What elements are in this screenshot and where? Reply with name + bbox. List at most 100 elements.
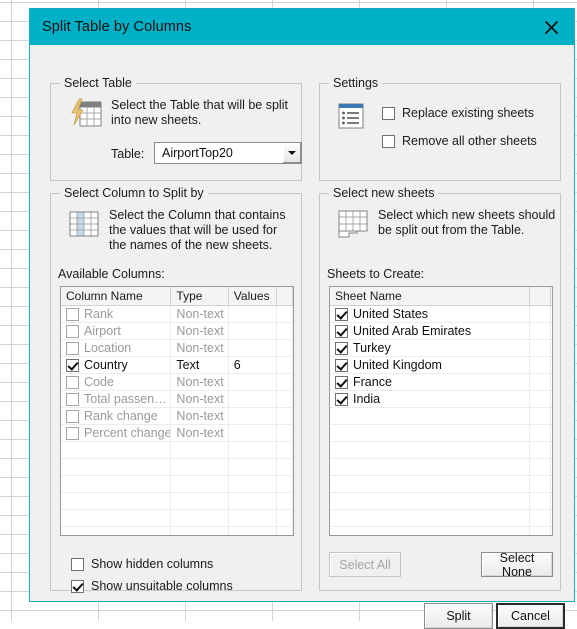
select-none-button[interactable]: Select None: [481, 552, 553, 577]
cell-values: [229, 323, 277, 339]
replace-existing-sheets-checkbox[interactable]: Replace existing sheets: [382, 106, 534, 120]
list-item[interactable]: United Arab Emirates: [330, 323, 552, 340]
column-name-cell: Airport: [84, 323, 121, 339]
row-checkbox[interactable]: [335, 342, 348, 355]
select-table-group: Select Table Select the Table that will …: [50, 83, 302, 181]
select-sheets-legend: Select new sheets: [329, 186, 438, 200]
table-select-value: AirportTop20: [155, 146, 282, 160]
column-grid-icon: [68, 209, 100, 246]
column-name-cell: Rank change: [84, 408, 158, 424]
cell-empty: [530, 476, 551, 492]
table-row[interactable]: Total passen…Non-text: [61, 391, 293, 408]
split-table-dialog: Split Table by Columns Select Table: [29, 8, 575, 602]
cell-empty: [530, 442, 551, 458]
row-checkbox[interactable]: [335, 308, 348, 321]
cell-empty: [61, 442, 171, 458]
show-unsuitable-columns-checkbox[interactable]: Show unsuitable columns: [71, 579, 233, 593]
column-header[interactable]: Column Name: [61, 287, 171, 305]
list-item-empty: [330, 476, 552, 493]
cell-spacer: [277, 306, 293, 322]
cell-empty: [229, 459, 277, 475]
table-row[interactable]: CountryText6: [61, 357, 293, 374]
column-header[interactable]: Values: [229, 287, 277, 305]
table-row[interactable]: Rank changeNon-text: [61, 408, 293, 425]
list-item-empty: [330, 459, 552, 476]
cell-type: Non-text: [171, 323, 228, 339]
table-row[interactable]: Code Non-text: [61, 374, 293, 391]
table-row-empty: [61, 459, 293, 476]
row-checkbox[interactable]: [66, 376, 79, 389]
column-name-cell: Rank: [84, 306, 113, 322]
column-name-cell: Code: [84, 374, 114, 390]
cell-spacer: [530, 340, 551, 356]
list-item[interactable]: India: [330, 391, 552, 408]
row-checkbox[interactable]: [66, 427, 79, 440]
table-select[interactable]: AirportTop20: [154, 142, 302, 164]
table-row[interactable]: Percent changeNon-text: [61, 425, 293, 442]
row-checkbox[interactable]: [66, 410, 79, 423]
list-item-empty: [330, 425, 552, 442]
list-item[interactable]: France: [330, 374, 552, 391]
dialog-title: Split Table by Columns: [42, 19, 191, 35]
column-header[interactable]: [530, 287, 551, 305]
row-checkbox[interactable]: [335, 393, 348, 406]
list-item[interactable]: United States: [330, 306, 552, 323]
cell-column-name: Rank change: [61, 408, 171, 424]
cell-values: [229, 374, 277, 390]
sheets-list-rows: United StatesUnited Arab EmiratesTurkeyU…: [330, 306, 552, 536]
select-sheets-group: Select new sheets Select which new sheet…: [319, 193, 561, 591]
close-icon[interactable]: [540, 16, 562, 38]
cell-empty: [171, 527, 228, 536]
row-checkbox[interactable]: [66, 359, 79, 372]
select-table-legend: Select Table: [60, 76, 136, 90]
cell-empty: [530, 527, 551, 536]
sheets-list-header: Sheet Name: [330, 287, 552, 306]
sheet-name-cell: France: [353, 374, 392, 390]
cell-values: [229, 425, 277, 441]
row-checkbox[interactable]: [66, 342, 79, 355]
sheet-name-cell: India: [353, 391, 380, 407]
cancel-button[interactable]: Cancel: [496, 603, 565, 629]
column-name-cell: Percent change: [84, 425, 171, 441]
table-row[interactable]: Airport Non-text: [61, 323, 293, 340]
table-row[interactable]: RankNon-text: [61, 306, 293, 323]
list-item[interactable]: United Kingdom: [330, 357, 552, 374]
cell-column-name: Rank: [61, 306, 171, 322]
column-header[interactable]: Sheet Name: [330, 287, 530, 305]
sheets-to-create-list[interactable]: Sheet Name United StatesUnited Arab Emir…: [329, 286, 553, 536]
cell-spacer: [277, 374, 293, 390]
row-checkbox[interactable]: [335, 325, 348, 338]
table-row-empty: [61, 476, 293, 493]
row-checkbox[interactable]: [335, 359, 348, 372]
available-columns-list[interactable]: Column NameTypeValues RankNon-textAirpor…: [60, 286, 294, 536]
chevron-down-icon[interactable]: [282, 143, 301, 163]
sheet-name-cell: United States: [353, 306, 428, 322]
cell-spacer: [530, 306, 551, 322]
cell-column-name: Airport: [61, 323, 171, 339]
cell-empty: [330, 408, 530, 424]
list-item[interactable]: Turkey: [330, 340, 552, 357]
select-all-button[interactable]: Select All: [329, 552, 401, 577]
select-sheets-description: Select which new sheets should be split …: [378, 208, 556, 238]
remove-all-other-sheets-checkbox[interactable]: Remove all other sheets: [382, 134, 537, 148]
row-checkbox[interactable]: [66, 308, 79, 321]
show-hidden-columns-checkbox[interactable]: Show hidden columns: [71, 557, 213, 571]
cell-type: Non-text: [171, 374, 228, 390]
cell-empty: [330, 510, 530, 526]
column-header[interactable]: Type: [171, 287, 228, 305]
table-lightning-icon: [69, 97, 103, 136]
cell-values: [229, 340, 277, 356]
select-column-group: Select Column to Split by Select the Col…: [50, 193, 302, 591]
list-item-empty: [330, 493, 552, 510]
cell-column-name: Location: [61, 340, 171, 356]
table-row[interactable]: LocationNon-text: [61, 340, 293, 357]
cell-spacer: [530, 391, 551, 407]
cell-sheet-name: United Arab Emirates: [330, 323, 530, 339]
split-button[interactable]: Split: [424, 603, 493, 629]
row-checkbox[interactable]: [66, 393, 79, 406]
list-item-empty: [330, 527, 552, 536]
column-header[interactable]: [277, 287, 293, 305]
row-checkbox[interactable]: [66, 325, 79, 338]
row-checkbox[interactable]: [335, 376, 348, 389]
cell-empty: [277, 493, 293, 509]
